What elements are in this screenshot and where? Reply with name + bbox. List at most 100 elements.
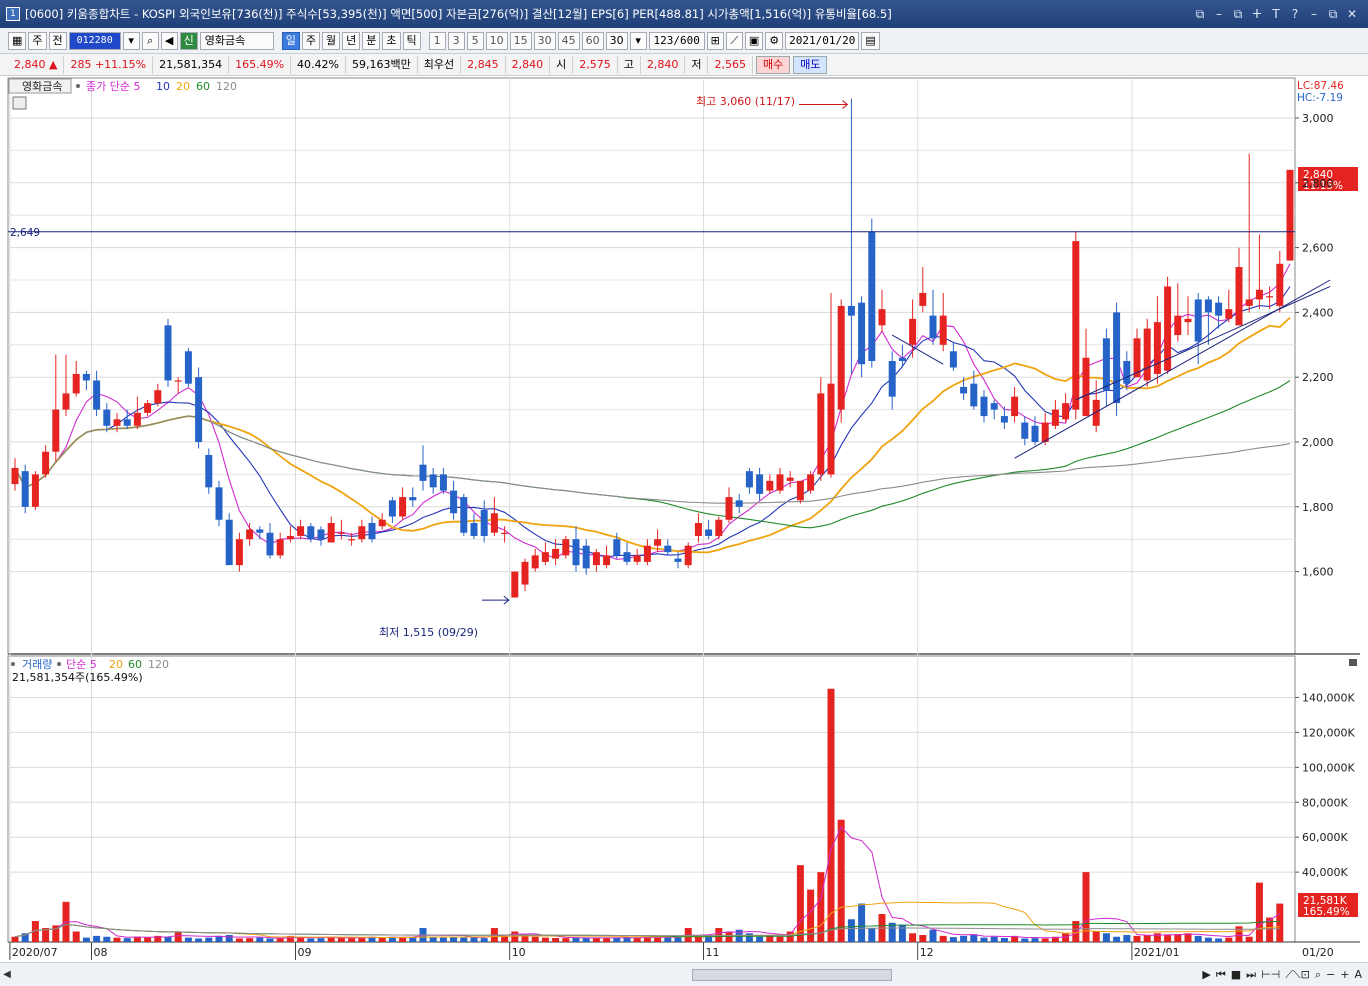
candle-body xyxy=(1184,318,1192,323)
candle-body xyxy=(817,393,825,475)
zoom-icon[interactable]: ⌕ xyxy=(1315,968,1321,982)
scroll-track[interactable] xyxy=(14,968,1202,982)
candle-body xyxy=(949,351,957,368)
panel-menu-icon[interactable] xyxy=(1349,659,1357,666)
font-icon[interactable]: T xyxy=(1270,7,1282,22)
type-select[interactable]: 주 xyxy=(28,31,47,50)
help-icon[interactable]: ? xyxy=(1289,7,1301,22)
vol-legend-ma60[interactable]: 60 xyxy=(128,658,142,671)
candle-body xyxy=(337,532,345,534)
legend-ma20[interactable]: 20 xyxy=(176,80,190,93)
period-week[interactable]: 주 xyxy=(301,31,321,50)
code-dropdown-icon[interactable]: ▾ xyxy=(122,31,140,50)
candle-body xyxy=(174,380,182,382)
maximize-icon[interactable]: ⧉ xyxy=(1327,7,1339,22)
save-icon[interactable]: ▣ xyxy=(744,31,764,50)
app-icon[interactable]: 1 xyxy=(6,7,20,21)
interval-5[interactable]: 5 xyxy=(466,31,484,50)
candle-body xyxy=(623,552,631,562)
rewind-icon[interactable]: ⏮ xyxy=(1216,968,1226,982)
low-annotation: 최저 1,515 (09/29) xyxy=(379,626,478,639)
overlays xyxy=(8,84,1357,666)
legend-ma60[interactable]: 60 xyxy=(196,80,210,93)
candle-body xyxy=(572,539,580,566)
candle-body xyxy=(286,535,294,540)
stock-name[interactable]: 영화금속 xyxy=(199,31,274,50)
zoom-out-icon[interactable]: − xyxy=(1326,968,1335,982)
current-price: 2,840 ▲ xyxy=(8,55,65,74)
period-minute[interactable]: 분 xyxy=(362,31,381,50)
candle-body xyxy=(1143,328,1151,381)
period-day[interactable]: 일 xyxy=(281,31,300,50)
forward-icon[interactable]: ⏭ xyxy=(1246,968,1256,982)
calendar-icon[interactable]: ▤ xyxy=(861,31,880,50)
interval-30[interactable]: 30 xyxy=(533,31,556,50)
candle-body xyxy=(1276,263,1284,306)
period-tick[interactable]: 틱 xyxy=(402,31,421,50)
zoom-in-icon[interactable]: + xyxy=(1340,968,1349,982)
vol-legend-ma120[interactable]: 120 xyxy=(148,658,169,671)
buy-button[interactable]: 매수 xyxy=(755,55,791,74)
period-year[interactable]: 년 xyxy=(342,31,361,50)
interval-3[interactable]: 3 xyxy=(447,31,465,50)
candle-body xyxy=(1286,169,1294,261)
interval-60[interactable]: 60 xyxy=(581,31,604,50)
x-last-date-label: 01/20 xyxy=(1302,946,1334,959)
zoom-slider-icon[interactable]: ⊢⊣ xyxy=(1261,968,1280,982)
stop-icon[interactable]: ■ xyxy=(1231,968,1241,982)
restore-chart-icon[interactable]: ⧉ xyxy=(1232,7,1244,22)
text-tool-icon[interactable]: A xyxy=(1354,968,1362,982)
chart-canvas[interactable]: 영화금속 종가 단순 5 10 20 60 120 LC:87.46 HC:-7… xyxy=(0,76,1368,962)
volume-legend-name[interactable]: 거래량 xyxy=(22,658,52,671)
legend-ma10[interactable]: 10 xyxy=(156,80,170,93)
minimize-icon[interactable]: – xyxy=(1308,7,1320,22)
chart-area[interactable]: 영화금속 종가 단순 5 10 20 60 120 LC:87.46 HC:-7… xyxy=(0,76,1368,962)
settings-gear-icon[interactable]: ⚙ xyxy=(765,31,784,50)
volume-bar xyxy=(1041,938,1049,942)
period-month[interactable]: 월 xyxy=(322,31,341,50)
link-window-icon[interactable]: ⧉ xyxy=(1194,7,1206,22)
volume-bars xyxy=(11,688,1284,942)
drawing-tools-icon[interactable]: ⟋⟍⊡ xyxy=(1285,968,1310,982)
candle-body xyxy=(878,309,886,326)
interval-45[interactable]: 45 xyxy=(557,31,580,50)
ma20-line xyxy=(14,316,1291,554)
volume-bar xyxy=(11,936,19,942)
data-count-input[interactable]: 123/600 xyxy=(648,31,705,50)
minimize-chart-icon[interactable]: – xyxy=(1213,7,1225,22)
interval-input[interactable]: 30 xyxy=(605,31,628,50)
candle-body xyxy=(909,318,917,345)
interval-10[interactable]: 10 xyxy=(485,31,508,50)
vol-legend-ma20[interactable]: 20 xyxy=(109,658,123,671)
candle-body xyxy=(766,480,774,491)
interval-dropdown-icon[interactable]: ▾ xyxy=(629,31,647,50)
candle-body xyxy=(225,519,233,566)
search-icon[interactable]: ⌕ xyxy=(141,31,159,50)
price-legend-name[interactable]: 영화금속 xyxy=(22,80,62,93)
scroll-left-icon[interactable]: ◀ xyxy=(0,969,14,980)
stock-code-input[interactable]: 012280 xyxy=(68,31,121,50)
legend-ma5[interactable]: 종가 단순 5 xyxy=(86,80,140,93)
table-toggle-icon[interactable] xyxy=(12,96,27,110)
candle-body xyxy=(562,539,570,556)
prev-button[interactable]: 전 xyxy=(48,31,67,50)
speaker-icon[interactable]: ◀ xyxy=(160,31,178,50)
vol-legend-ma5[interactable]: 단순 5 xyxy=(66,658,97,671)
interval-15[interactable]: 15 xyxy=(509,31,532,50)
pin-icon[interactable]: ⵜ xyxy=(1251,7,1263,22)
candle-body xyxy=(888,361,896,397)
sell-button[interactable]: 매도 xyxy=(793,55,828,74)
layout-icon[interactable]: ▦ xyxy=(8,31,27,50)
candle-body xyxy=(603,555,611,566)
y-tick-label: 2,200 xyxy=(1302,371,1334,384)
play-icon[interactable]: ▶ xyxy=(1202,968,1210,982)
indicator-icon[interactable]: ⊞ xyxy=(706,31,724,50)
interval-1[interactable]: 1 xyxy=(428,31,446,50)
candle-body xyxy=(419,464,427,481)
close-icon[interactable]: ✕ xyxy=(1346,7,1358,22)
legend-ma120[interactable]: 120 xyxy=(216,80,237,93)
scroll-thumb[interactable] xyxy=(692,968,893,981)
trend-tool-icon[interactable]: ⟋ xyxy=(725,31,743,50)
date-input[interactable]: 2021/01/20 xyxy=(785,31,860,50)
period-second[interactable]: 초 xyxy=(382,31,401,50)
